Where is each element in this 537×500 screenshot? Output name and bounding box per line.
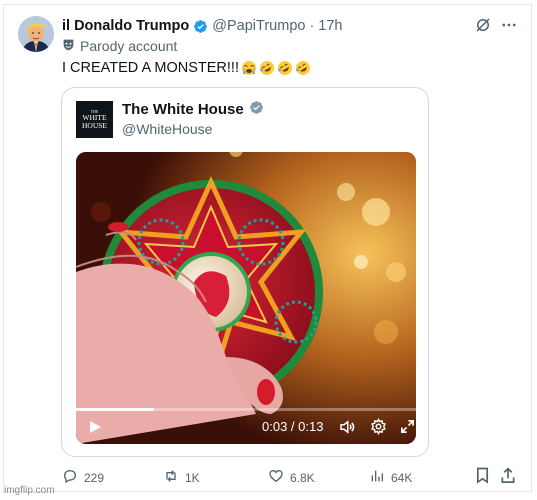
video-frame xyxy=(76,152,416,444)
imgflip-watermark: imgflip.com xyxy=(4,485,55,496)
reply-icon xyxy=(62,468,78,487)
separator: · xyxy=(309,18,315,34)
video-time: 0:03 / 0:13 xyxy=(262,419,324,434)
quoted-post[interactable]: THE WHITE HOUSE The White House @WhiteHo… xyxy=(61,87,429,457)
reply-count: 229 xyxy=(84,470,105,485)
logo-line-3: HOUSE xyxy=(81,121,107,130)
volume-icon[interactable] xyxy=(338,418,356,436)
like-icon xyxy=(268,468,284,487)
bookmark-icon[interactable] xyxy=(475,467,490,484)
video-controls: 0:03 / 0:13 xyxy=(76,414,416,440)
handle[interactable]: @PapiTrumpo xyxy=(212,18,305,34)
play-icon[interactable] xyxy=(88,420,102,434)
views-count: 64K xyxy=(391,470,413,485)
parody-label: Parody account xyxy=(62,37,177,55)
rofl-emoji-icon xyxy=(295,60,311,76)
like-count: 6.8K xyxy=(290,470,315,485)
post-text: I CREATED A MONSTER!!! xyxy=(62,60,311,76)
settings-icon[interactable] xyxy=(370,417,387,436)
rofl-emoji-icon xyxy=(259,60,275,76)
repost-icon xyxy=(163,468,179,487)
video-progress-fill xyxy=(76,408,155,411)
repost-count: 1K xyxy=(185,470,200,485)
video-progress-bar[interactable] xyxy=(76,408,416,411)
display-name[interactable]: il Donaldo Trumpo xyxy=(62,18,189,34)
avatar[interactable] xyxy=(18,16,54,52)
parody-label-text: Parody account xyxy=(80,38,178,54)
views-button[interactable]: 64K xyxy=(369,468,412,487)
share-icon[interactable] xyxy=(500,467,516,484)
views-icon xyxy=(369,468,385,487)
verified-badge-icon xyxy=(193,19,208,34)
quoted-handle[interactable]: @WhiteHouse xyxy=(122,121,212,137)
post-header: il Donaldo Trumpo @PapiTrumpo · 17h xyxy=(62,16,343,36)
fullscreen-icon[interactable] xyxy=(400,419,415,434)
post-time[interactable]: 17h xyxy=(318,18,342,34)
verified-badge-icon xyxy=(249,100,264,119)
post-text-content: I CREATED A MONSTER!!! xyxy=(62,60,239,76)
reply-button[interactable]: 229 xyxy=(62,468,104,487)
quoted-post-header: The White House xyxy=(122,100,264,119)
white-house-logo[interactable]: THE WHITE HOUSE xyxy=(76,101,113,138)
parody-mask-icon xyxy=(62,38,75,54)
like-button[interactable]: 6.8K xyxy=(268,468,315,487)
repost-button[interactable]: 1K xyxy=(163,468,200,487)
video-player[interactable]: 0:03 / 0:13 xyxy=(76,152,416,444)
crying-emoji-icon xyxy=(241,60,257,76)
rofl-emoji-icon xyxy=(277,60,293,76)
more-icon[interactable] xyxy=(500,16,518,34)
quoted-display-name[interactable]: The White House xyxy=(122,101,244,118)
grok-icon[interactable] xyxy=(474,16,492,34)
